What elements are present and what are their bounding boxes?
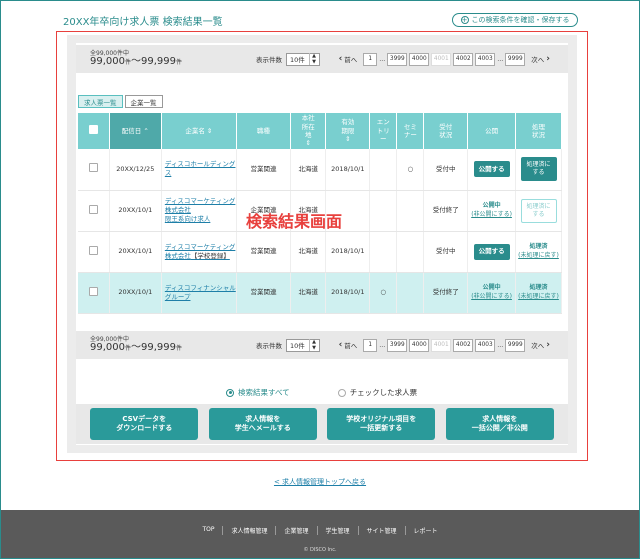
annotation-frame — [56, 31, 588, 461]
footer: TOP 求人情報管理 企業管理 学生管理 サイト管理 レポート © DISCO … — [1, 510, 639, 558]
footer-link-report[interactable]: レポート — [406, 526, 446, 535]
back-to-top-link[interactable]: < 求人情報管理トップへ戻る — [1, 477, 639, 487]
annotation-label: 検索結果画面 — [246, 212, 343, 231]
footer-nav: TOP 求人情報管理 企業管理 学生管理 サイト管理 レポート — [1, 526, 639, 535]
plus-icon: + — [460, 16, 469, 24]
footer-link-top[interactable]: TOP — [194, 526, 224, 535]
footer-link-jobs[interactable]: 求人情報管理 — [223, 526, 277, 535]
save-search-label: この検索条件を確認・保存する — [471, 16, 570, 24]
save-search-button[interactable]: + この検索条件を確認・保存する — [452, 13, 578, 27]
footer-link-companies[interactable]: 企業管理 — [276, 526, 318, 535]
footer-link-site[interactable]: サイト管理 — [359, 526, 406, 535]
copyright: © DISCO Inc. — [303, 547, 337, 553]
page-title: 20XX年卒向け求人票 検索結果一覧 — [63, 17, 223, 28]
footer-link-students[interactable]: 学生管理 — [318, 526, 359, 535]
